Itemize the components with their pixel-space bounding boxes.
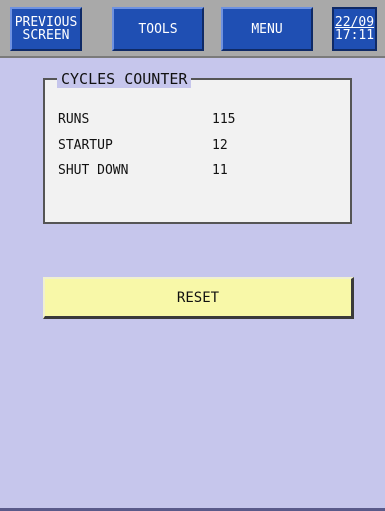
cycles-counter-panel: CYCLES COUNTER RUNS 115 STARTUP 12 SHUT … [43, 70, 352, 224]
shutdown-value: 11 [212, 163, 228, 178]
previous-screen-label-line2: SCREEN [22, 28, 70, 43]
top-toolbar: PREVIOUS SCREEN TOOLS MENU 22/09 17:11 [0, 0, 385, 58]
menu-button[interactable]: MENU [221, 7, 313, 51]
startup-label: STARTUP [58, 138, 113, 153]
shutdown-label: SHUT DOWN [58, 163, 129, 178]
runs-label: RUNS [58, 112, 90, 127]
runs-value: 115 [212, 112, 236, 127]
reset-button[interactable]: RESET [43, 277, 354, 319]
time-text: 17:11 [334, 28, 375, 43]
date-time-display: 22/09 17:11 [332, 7, 377, 51]
startup-value: 12 [212, 138, 228, 153]
previous-screen-button[interactable]: PREVIOUS SCREEN [10, 7, 82, 51]
tools-label: TOOLS [138, 21, 178, 37]
reset-label: RESET [176, 289, 220, 306]
previous-screen-label: PREVIOUS SCREEN [15, 16, 78, 42]
tools-button[interactable]: TOOLS [112, 7, 204, 51]
menu-label: MENU [251, 21, 283, 37]
cycles-counter-title: CYCLES COUNTER [57, 70, 192, 88]
